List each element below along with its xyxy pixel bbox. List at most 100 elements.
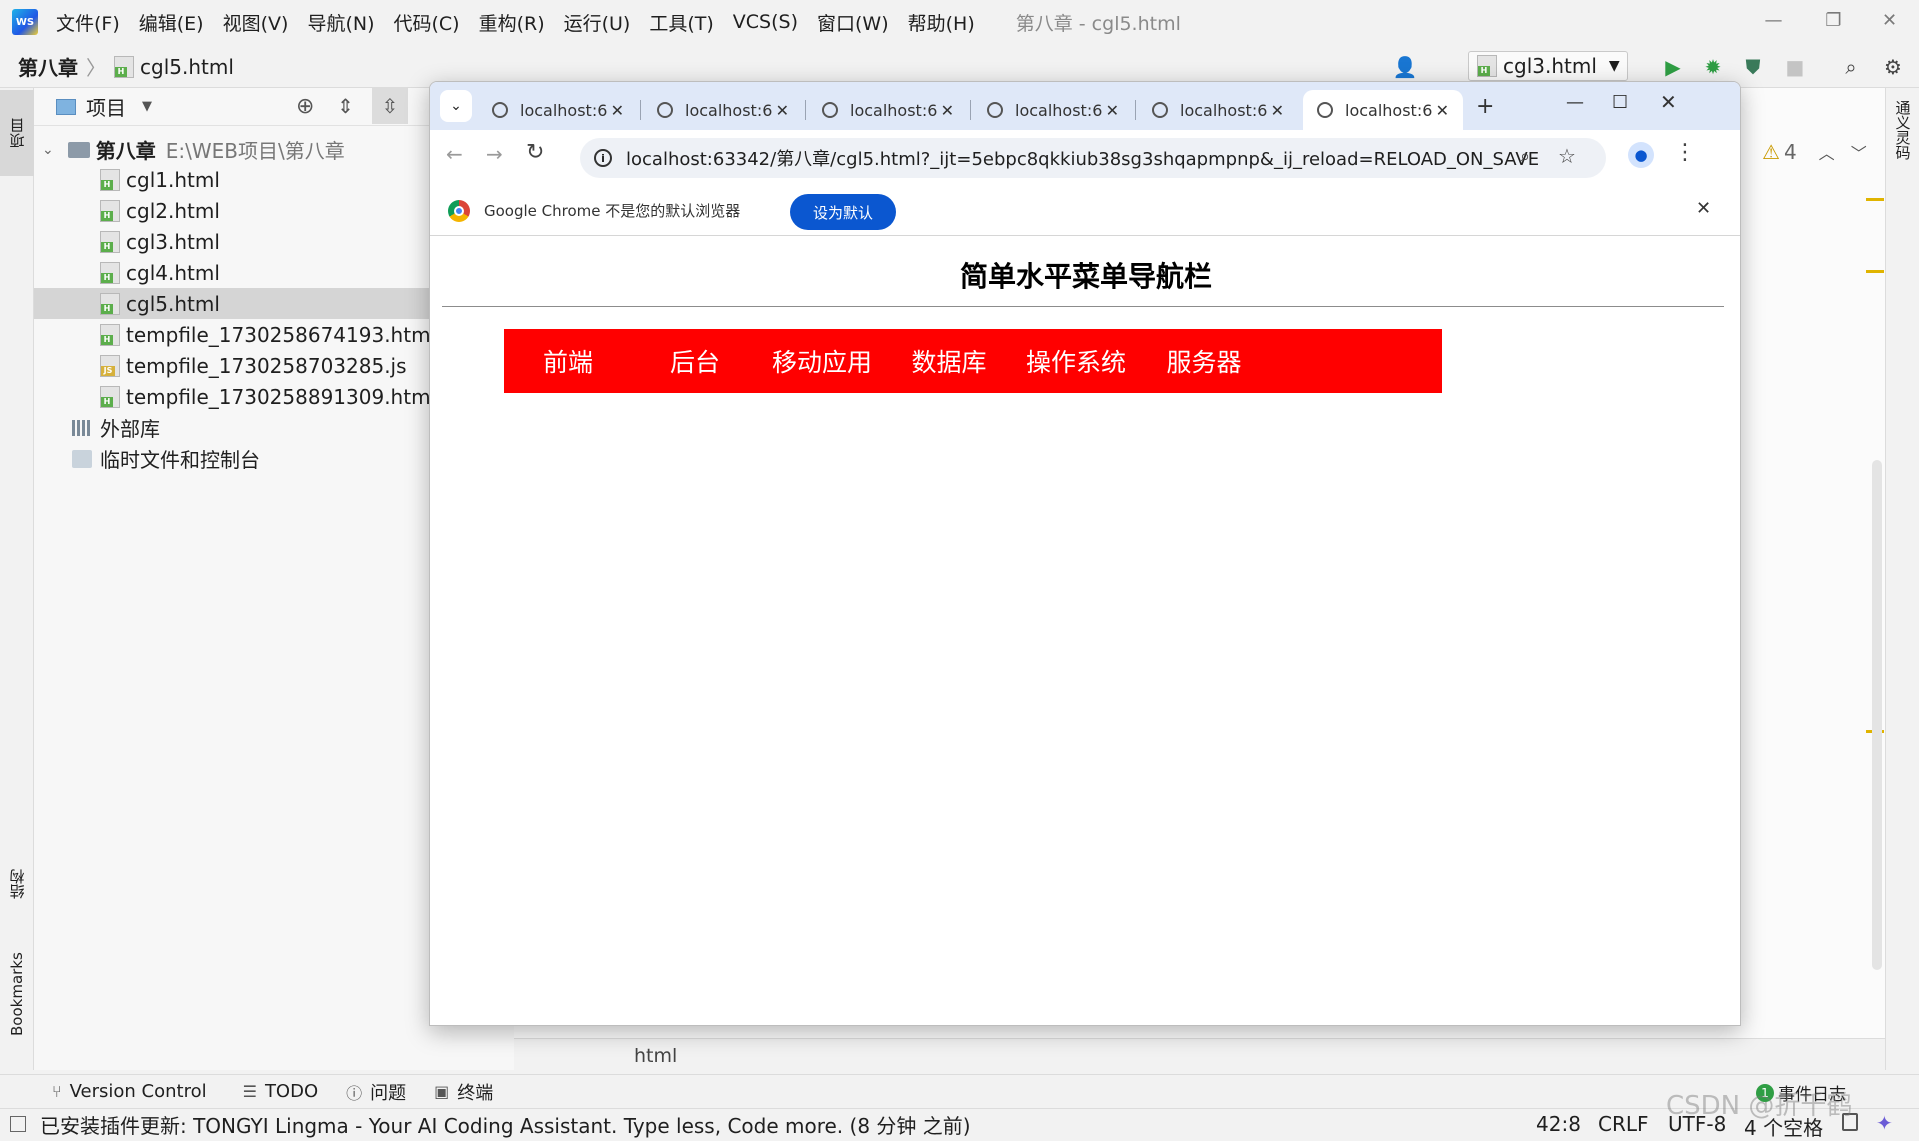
stop-icon[interactable]: ■ [1782,54,1808,80]
tab-project[interactable]: 项目 [0,90,34,176]
back-icon[interactable]: ← [446,142,463,166]
tab-close-icon[interactable]: ✕ [776,101,789,120]
project-view-icon [56,98,76,115]
tree-file-label: cgl2.html [126,198,220,223]
locate-icon[interactable]: ⊕ [296,94,314,119]
bookmark-star-icon[interactable]: ☆ [1558,144,1576,168]
browser-tab-active[interactable]: localhost:6 ✕ [1303,90,1463,130]
globe-icon [657,102,673,118]
branch-icon: ⑂ [52,1082,62,1101]
warnings-indicator[interactable]: ⚠ 4 ︿ ﹀ [1762,140,1867,164]
tab-structure[interactable]: 结构 [0,844,34,924]
browser-tab[interactable]: localhost:6 ✕ [808,90,968,130]
menu-window[interactable]: 窗口(W) [817,9,889,36]
breadcrumb-file[interactable]: cgl5.html [140,55,234,79]
html-file-icon [100,168,120,191]
browser-tab[interactable]: localhost:6 ✕ [643,90,803,130]
tab-bookmarks[interactable]: Bookmarks [0,934,34,1054]
menu-run[interactable]: 运行(U) [564,9,631,36]
tab-close-icon[interactable]: ✕ [1106,101,1119,120]
kebab-menu-icon[interactable]: ⋮ [1674,140,1696,165]
tree-file[interactable]: tempfile_1730258703285.js [100,350,407,381]
chevron-down-icon[interactable]: ▼ [142,99,152,114]
tab-tongyi[interactable]: 通义灵码 [1886,100,1919,200]
page-divider [442,306,1724,307]
close-icon[interactable]: ✕ [1660,90,1677,114]
editor-scrollbar[interactable] [1872,460,1882,970]
menu-vcs[interactable]: VCS(S) [733,11,798,33]
tree-file[interactable]: cgl3.html [100,226,220,257]
tree-file[interactable]: tempfile_1730258674193.html [100,319,436,350]
run-config-select[interactable]: cgl3.html ▼ [1468,51,1628,81]
tree-file[interactable]: cgl4.html [100,257,220,288]
breadcrumb-project[interactable]: 第八章 [18,52,78,81]
restore-icon[interactable]: ❐ [1806,0,1861,40]
nav-item-os[interactable]: 操作系统 [1012,343,1140,379]
nav-item-server[interactable]: 服务器 [1140,343,1268,379]
status-toggle-icon[interactable] [10,1116,26,1132]
coverage-icon[interactable]: ⛊ [1740,54,1766,80]
menu-tools[interactable]: 工具(T) [649,9,713,36]
minimize-icon[interactable]: — [1566,92,1584,113]
browser-tab[interactable]: localhost:6 ✕ [973,90,1133,130]
menu-refactor[interactable]: 重构(R) [479,9,545,36]
tab-search-icon[interactable]: ⌄ [440,90,472,122]
set-default-button[interactable]: 设为默认 [790,194,896,230]
info-icon: ⓘ [346,1083,363,1103]
tree-file[interactable]: cgl1.html [100,164,220,195]
nav-item-backend[interactable]: 后台 [632,343,758,379]
tool-terminal[interactable]: ▣ 终端 [434,1079,493,1105]
infobar-close-icon[interactable]: ✕ [1696,198,1711,219]
debug-icon[interactable]: ✹ [1700,54,1726,80]
tab-close-icon[interactable]: ✕ [1271,101,1284,120]
project-panel-title[interactable]: 项目 [86,92,126,121]
menu-view[interactable]: 视图(V) [223,9,289,36]
gear-icon[interactable]: ⚙ [1880,54,1906,80]
new-tab-icon[interactable]: + [1476,94,1494,119]
user-icon[interactable]: 👤 [1392,54,1418,80]
tab-close-icon[interactable]: ✕ [611,101,624,120]
reload-icon[interactable]: ↻ [526,140,544,165]
menu-file[interactable]: 文件(F) [56,9,120,36]
editor-breadcrumb[interactable]: html [634,1045,677,1067]
minimize-icon[interactable]: — [1746,0,1801,40]
status-message[interactable]: 已安装插件更新: TONGYI Lingma - Your AI Coding … [40,1110,971,1139]
tool-todo[interactable]: ☰ TODO [243,1081,319,1102]
tool-terminal-label: 终端 [457,1082,494,1104]
tool-version-control[interactable]: ⑂ Version Control [52,1081,207,1102]
status-cursor-position[interactable]: 42:8 [1536,1112,1581,1136]
profile-icon[interactable]: ● [1628,142,1654,168]
tongyi-icon[interactable]: ✦ [1876,1111,1893,1135]
chevron-down-icon[interactable]: ⌄ [42,142,54,158]
menu-code[interactable]: 代码(C) [393,9,459,36]
run-icon[interactable]: ▶ [1660,54,1686,80]
maximize-icon[interactable]: ☐ [1612,92,1628,113]
menu-help[interactable]: 帮助(H) [908,9,975,36]
tree-scratches[interactable]: 临时文件和控制台 [72,443,260,474]
close-icon[interactable]: ✕ [1862,0,1917,40]
menu-navigate[interactable]: 导航(N) [307,9,374,36]
tree-file[interactable]: tempfile_1730258891309.html [100,381,436,412]
tool-problems[interactable]: ⓘ 问题 [346,1079,406,1105]
address-bar[interactable]: i localhost:63342/第八章/cgl5.html?_ijt=5eb… [580,138,1606,178]
tab-close-icon[interactable]: ✕ [1436,101,1449,120]
site-info-icon[interactable]: i [594,149,612,167]
chevron-down-icon[interactable]: ﹀ [1851,140,1867,164]
tree-external-libs[interactable]: 外部库 [72,412,160,443]
forward-icon[interactable]: → [486,142,503,166]
status-line-ending[interactable]: CRLF [1598,1112,1649,1136]
search-icon[interactable]: ⌕ [1838,54,1864,80]
expand-all-icon[interactable]: ⇕ [337,94,354,118]
collapse-all-icon[interactable]: ⇳ [372,88,408,124]
zoom-icon[interactable]: ⌕ [1520,146,1530,167]
chevron-up-icon[interactable]: ︿ [1819,140,1835,164]
nav-item-frontend[interactable]: 前端 [504,343,632,379]
tab-close-icon[interactable]: ✕ [941,101,954,120]
menu-edit[interactable]: 编辑(E) [139,9,204,36]
nav-item-database[interactable]: 数据库 [886,343,1012,379]
nav-item-mobile[interactable]: 移动应用 [758,343,886,379]
tree-file[interactable]: cgl2.html [100,195,220,226]
globe-icon [1317,102,1333,118]
browser-tab[interactable]: localhost:6 ✕ [478,90,638,130]
browser-tab[interactable]: localhost:6 ✕ [1138,90,1298,130]
